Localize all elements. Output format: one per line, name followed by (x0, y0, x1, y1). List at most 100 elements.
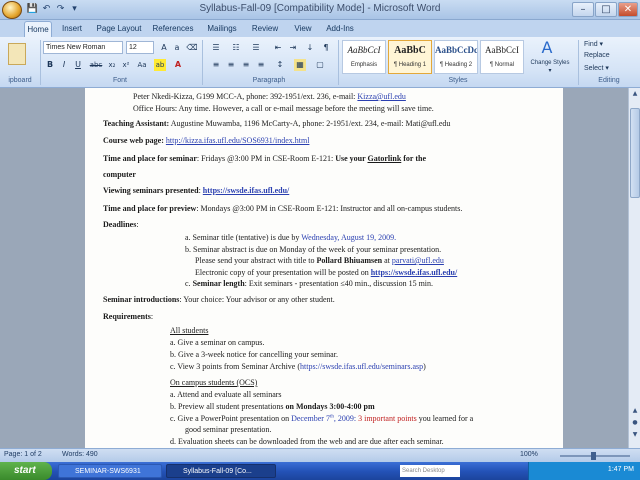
previous-page-icon[interactable]: ▲ (630, 406, 640, 416)
desktop-search-input[interactable]: Search Desktop (400, 465, 460, 477)
text-run: Seminar length (192, 279, 245, 288)
subscript-button[interactable]: x₂ (106, 59, 118, 71)
text-run: a. Seminar title (tentative) is due by (185, 233, 302, 242)
change-case-button[interactable]: Aa (136, 59, 148, 71)
text-run: Teaching Assistant: (103, 119, 170, 128)
show-marks-icon[interactable]: ¶ (320, 42, 332, 54)
paste-icon[interactable] (8, 43, 26, 65)
ribbon-tabs: Home Insert Page Layout References Maili… (0, 20, 640, 37)
align-left-icon[interactable]: ≡ (210, 59, 222, 71)
document-line: Teaching Assistant: Augustine Muwamba, 1… (103, 119, 450, 128)
increase-indent-icon[interactable]: ⇥ (287, 42, 299, 54)
text-run: c. Give a PowerPoint presentation on (170, 414, 292, 423)
hyperlink[interactable]: parvati@ufl.edu (392, 256, 444, 265)
hyperlink[interactable]: https://swsde.ifas.ufl.edu/ (203, 186, 289, 195)
text-run: Time and place for preview (103, 204, 197, 213)
align-right-icon[interactable]: ≡ (240, 59, 252, 71)
document-line: Deadlines: (103, 220, 139, 229)
italic-button[interactable]: I (58, 59, 70, 71)
document-line: Time and place for seminar: Fridays @3:0… (103, 154, 426, 163)
tab-page-layout[interactable]: Page Layout (94, 21, 144, 37)
tab-home[interactable]: Home (24, 21, 52, 37)
shrink-font-icon[interactable]: a (171, 42, 183, 54)
numbering-icon[interactable]: ☷ (230, 42, 242, 54)
bullets-icon[interactable]: ☰ (210, 42, 222, 54)
start-button[interactable]: start (0, 462, 52, 480)
style-sample: AaBbC (394, 45, 426, 56)
font-color-button[interactable]: A (172, 59, 184, 71)
justify-icon[interactable]: ≡ (255, 59, 267, 71)
text-run: https://swsde.ifas.ufl.edu/seminars.asp (300, 362, 424, 371)
font-name-box[interactable]: Times New Roman (43, 41, 123, 54)
group-label-styles: Styles (448, 77, 468, 84)
borders-icon[interactable]: ▢ (314, 59, 326, 71)
text-run: b. Seminar abstract is due on Monday of … (185, 245, 442, 254)
text-run: a. Attend and evaluate all seminars (170, 390, 282, 399)
browse-object-icon[interactable]: ● (630, 418, 640, 428)
scroll-up-icon[interactable]: ▲ (630, 89, 640, 99)
replace-button[interactable]: Replace (584, 52, 610, 59)
close-button[interactable]: ✕ (618, 2, 638, 17)
text-run: : (136, 220, 139, 229)
taskbar-item-seminar[interactable]: SEMINAR-SWS6931 (58, 464, 162, 478)
text-run: d. Evaluation sheets can be downloaded f… (170, 437, 444, 446)
font-size-box[interactable]: 12 (126, 41, 154, 54)
tab-view[interactable]: View (290, 21, 316, 37)
align-center-icon[interactable]: ≡ (225, 59, 237, 71)
superscript-button[interactable]: x² (120, 59, 132, 71)
document-line: b. Seminar abstract is due on Monday of … (185, 245, 441, 254)
text-run: good seminar presentation. (185, 425, 272, 434)
document-line: Electronic copy of your presentation wil… (195, 268, 457, 277)
bold-button[interactable]: B (44, 59, 56, 71)
style-emphasis[interactable]: AaBbCcI Emphasis (342, 40, 386, 74)
tab-insert[interactable]: Insert (56, 21, 88, 37)
change-styles-icon[interactable]: A (538, 39, 556, 57)
hyperlink[interactable]: http://kizza.ifas.ufl.edu/SOS6931/index.… (166, 136, 310, 145)
underline-button[interactable]: U (72, 59, 84, 71)
status-bar: Page: 1 of 2 Words: 490 100% (0, 448, 640, 462)
style-normal[interactable]: AaBbCcI ¶ Normal (480, 40, 524, 74)
text-run: Gatorlink (367, 154, 402, 163)
text-run: : Mondays @3:00 PM in CSE-Room E-121: In… (196, 204, 463, 213)
document-page[interactable]: Peter Nkedi-Kizza, G199 MCC-A, phone: 39… (85, 88, 563, 448)
group-label-font: Font (112, 77, 127, 84)
change-styles-button[interactable]: Change Styles ▾ (530, 59, 570, 75)
tab-mailings[interactable]: Mailings (202, 21, 242, 37)
strikethrough-button[interactable]: abc (88, 59, 104, 71)
word-count[interactable]: Words: 490 (62, 451, 98, 458)
line-spacing-icon[interactable]: ↕ (274, 59, 286, 71)
zoom-level[interactable]: 100% (520, 451, 538, 458)
clear-format-icon[interactable]: ⌫ (186, 42, 198, 54)
text-run: b. Give a 3-week notice for cancelling y… (170, 350, 338, 359)
taskbar-item-syllabus[interactable]: Syllabus-Fall-09 [Co... (166, 464, 276, 478)
page-count[interactable]: Page: 1 of 2 (4, 451, 42, 458)
minimize-button[interactable]: – (572, 2, 594, 17)
vertical-scrollbar[interactable]: ▲ ▲ ● ▼ (628, 88, 640, 448)
hyperlink[interactable]: Kizza@ufl.edu (357, 92, 405, 101)
multilevel-list-icon[interactable]: ☰ (250, 42, 262, 54)
sort-icon[interactable]: ↓ (304, 42, 316, 54)
document-line: a. Attend and evaluate all seminars (170, 390, 282, 399)
style-name: ¶ Heading 1 (393, 62, 427, 68)
grow-font-icon[interactable]: A (158, 42, 170, 54)
text-run: Please send your abstract with title to (195, 256, 317, 265)
style-heading-2[interactable]: AaBbCcDc ¶ Heading 2 (434, 40, 478, 74)
tab-add-ins[interactable]: Add-Ins (322, 21, 358, 37)
zoom-slider-thumb[interactable] (591, 452, 596, 460)
hyperlink[interactable]: https://swsde.ifas.ufl.edu/ (371, 268, 457, 277)
highlight-button[interactable]: ab (154, 59, 166, 71)
document-line: d. Evaluation sheets can be downloaded f… (170, 437, 444, 446)
maximize-button[interactable]: □ (595, 2, 617, 17)
select-button[interactable]: Select ▾ (584, 64, 609, 72)
tab-review[interactable]: Review (248, 21, 282, 37)
style-name: ¶ Normal (489, 62, 515, 68)
next-page-icon[interactable]: ▼ (630, 430, 640, 440)
decrease-indent-icon[interactable]: ⇤ (272, 42, 284, 54)
tab-references[interactable]: References (150, 21, 196, 37)
find-button[interactable]: Find ▾ (584, 40, 603, 48)
shading-icon[interactable]: ▦ (294, 59, 306, 71)
text-run: , 2009: (333, 414, 359, 423)
scroll-thumb[interactable] (630, 108, 640, 198)
style-sample: AaBbCcDc (435, 45, 477, 55)
style-heading-1[interactable]: AaBbC ¶ Heading 1 (388, 40, 432, 74)
